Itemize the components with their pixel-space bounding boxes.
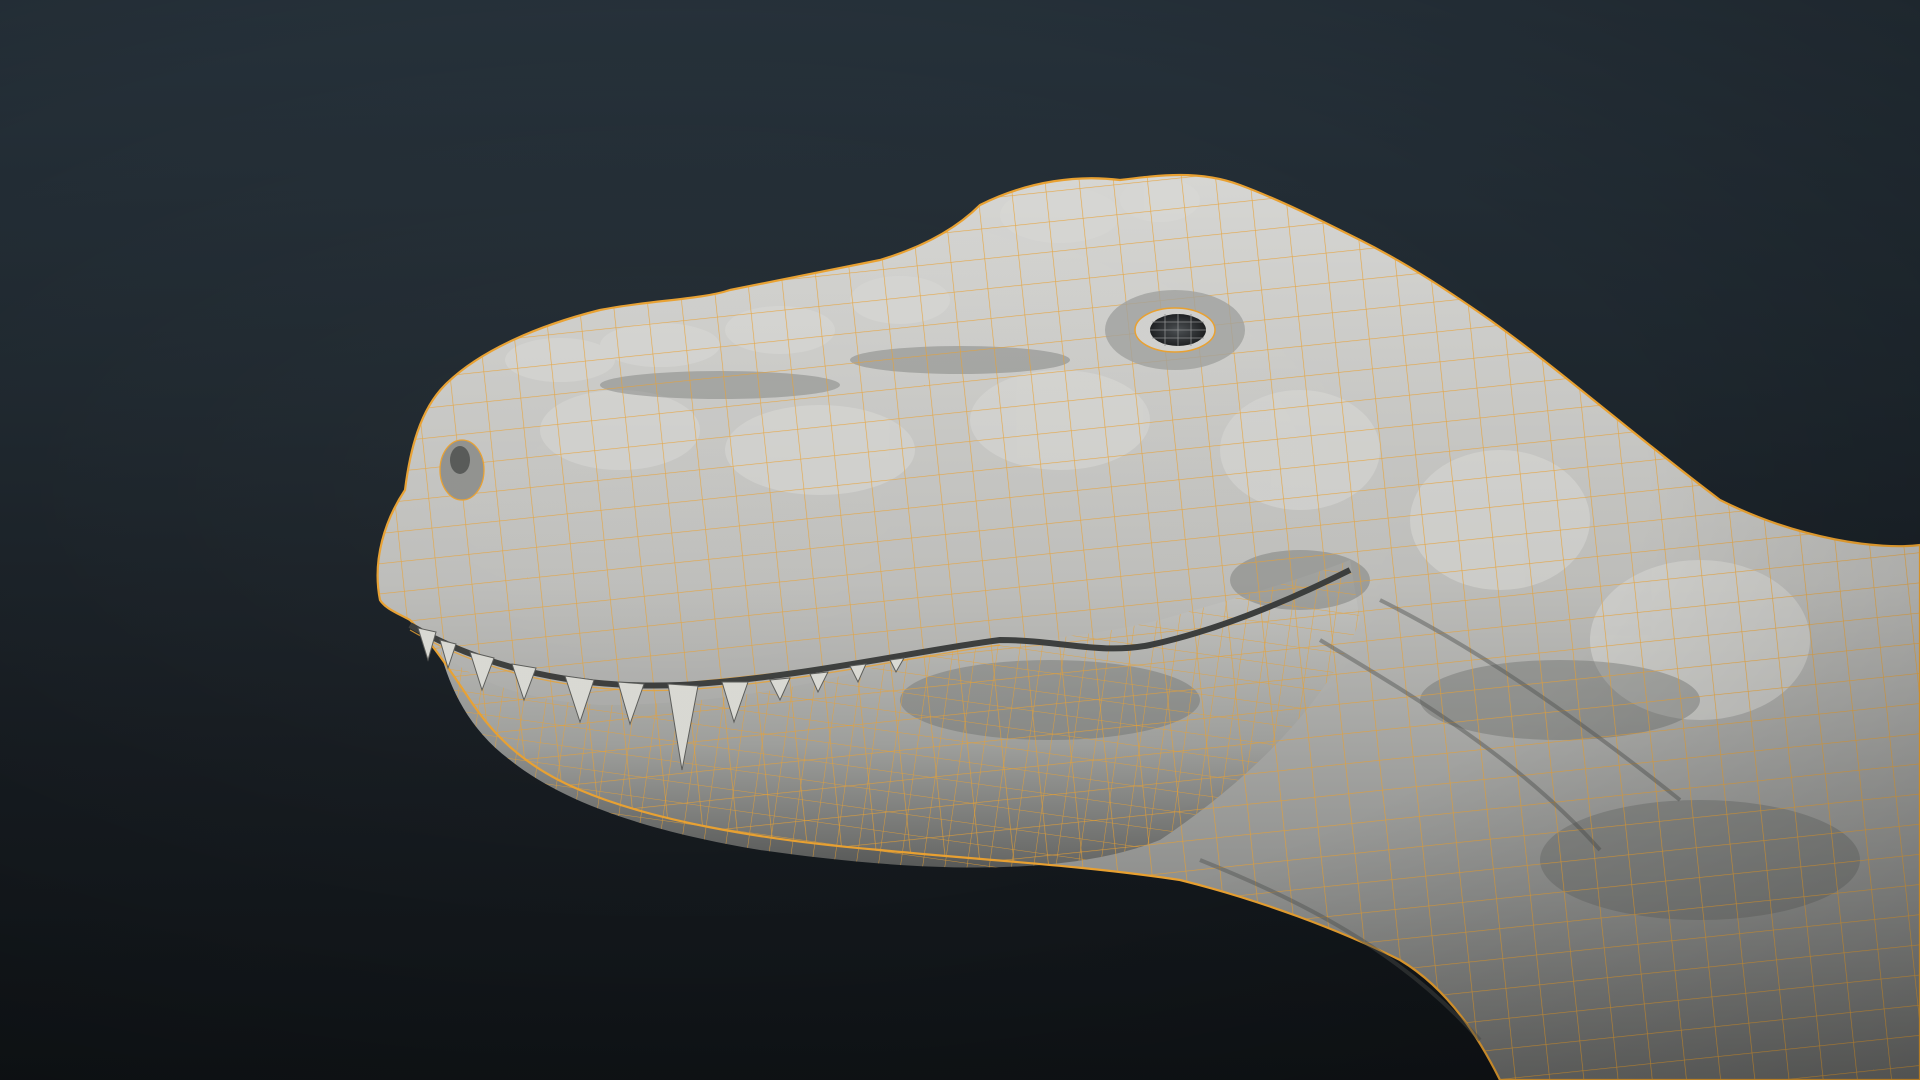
nostril bbox=[439, 439, 485, 501]
dinosaur-head-model[interactable] bbox=[0, 0, 1920, 1080]
eye bbox=[1105, 290, 1245, 370]
3d-viewport[interactable] bbox=[0, 0, 1920, 1080]
head-mesh bbox=[376, 173, 1920, 1080]
